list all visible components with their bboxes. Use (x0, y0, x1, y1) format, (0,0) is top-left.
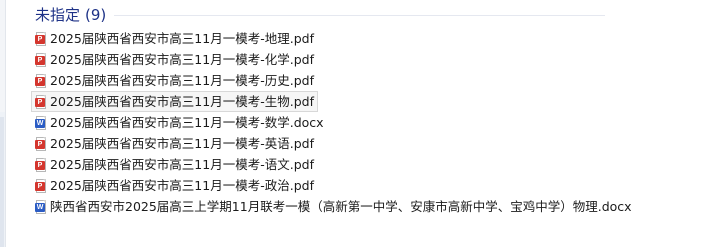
word-file-icon: W (35, 115, 47, 130)
file-row[interactable]: P 2025届陕西省西安市高三11月一模考-语文.pdf (31, 155, 318, 176)
file-row[interactable]: P 2025届陕西省西安市高三11月一模考-历史.pdf (31, 70, 318, 91)
scrollbar-thumb[interactable] (0, 117, 4, 247)
pdf-file-icon: P (35, 94, 47, 109)
navigation-pane-edge (0, 0, 6, 112)
group-title: 未指定 (9) (35, 5, 107, 24)
file-name: 2025届陕西省西安市高三11月一模考-英语.pdf (50, 136, 314, 152)
file-name: 2025届陕西省西安市高三11月一模考-化学.pdf (50, 51, 314, 67)
file-row[interactable]: P 2025届陕西省西安市高三11月一模考-化学.pdf (31, 49, 318, 70)
pdf-file-icon: P (35, 137, 47, 152)
pdf-file-icon: P (35, 158, 47, 173)
file-name: 2025届陕西省西安市高三11月一模考-生物.pdf (50, 93, 314, 109)
file-name: 2025届陕西省西安市高三11月一模考-语文.pdf (50, 157, 314, 173)
file-name: 2025届陕西省西安市高三11月一模考-政治.pdf (50, 178, 314, 194)
file-row[interactable]: P 2025届陕西省西安市高三11月一模考-英语.pdf (31, 133, 318, 154)
left-pane-edge (0, 0, 9, 247)
pdf-file-icon: P (35, 73, 47, 88)
file-row[interactable]: P 2025届陕西省西安市高三11月一模考-生物.pdf (31, 91, 318, 113)
group-divider (114, 14, 605, 16)
file-name: 2025届陕西省西安市高三11月一模考-历史.pdf (50, 72, 314, 88)
pdf-file-icon: P (35, 52, 47, 67)
file-row[interactable]: P 2025届陕西省西安市高三11月一模考-地理.pdf (31, 28, 318, 49)
word-file-icon: W (35, 200, 47, 215)
group-header[interactable]: 未指定 (9) (35, 3, 605, 25)
file-list: P 2025届陕西省西安市高三11月一模考-地理.pdf P 2025届陕西省西安市高… (31, 28, 636, 218)
file-name: 2025届陕西省西安市高三11月一模考-数学.docx (50, 114, 324, 130)
group-count: (9) (85, 5, 107, 24)
file-name: 陕西省西安市2025届高三上学期11月联考一模（高新第一中学、安康市高新中学、宝… (50, 199, 632, 215)
file-row[interactable]: W 陕西省西安市2025届高三上学期11月联考一模（高新第一中学、安康市高新中学、… (31, 197, 636, 218)
file-row[interactable]: P 2025届陕西省西安市高三11月一模考-政治.pdf (31, 176, 318, 197)
pdf-file-icon: P (35, 179, 47, 194)
pdf-file-icon: P (35, 31, 47, 46)
file-name: 2025届陕西省西安市高三11月一模考-地理.pdf (50, 30, 314, 46)
file-row[interactable]: W 2025届陕西省西安市高三11月一模考-数学.docx (31, 112, 328, 133)
